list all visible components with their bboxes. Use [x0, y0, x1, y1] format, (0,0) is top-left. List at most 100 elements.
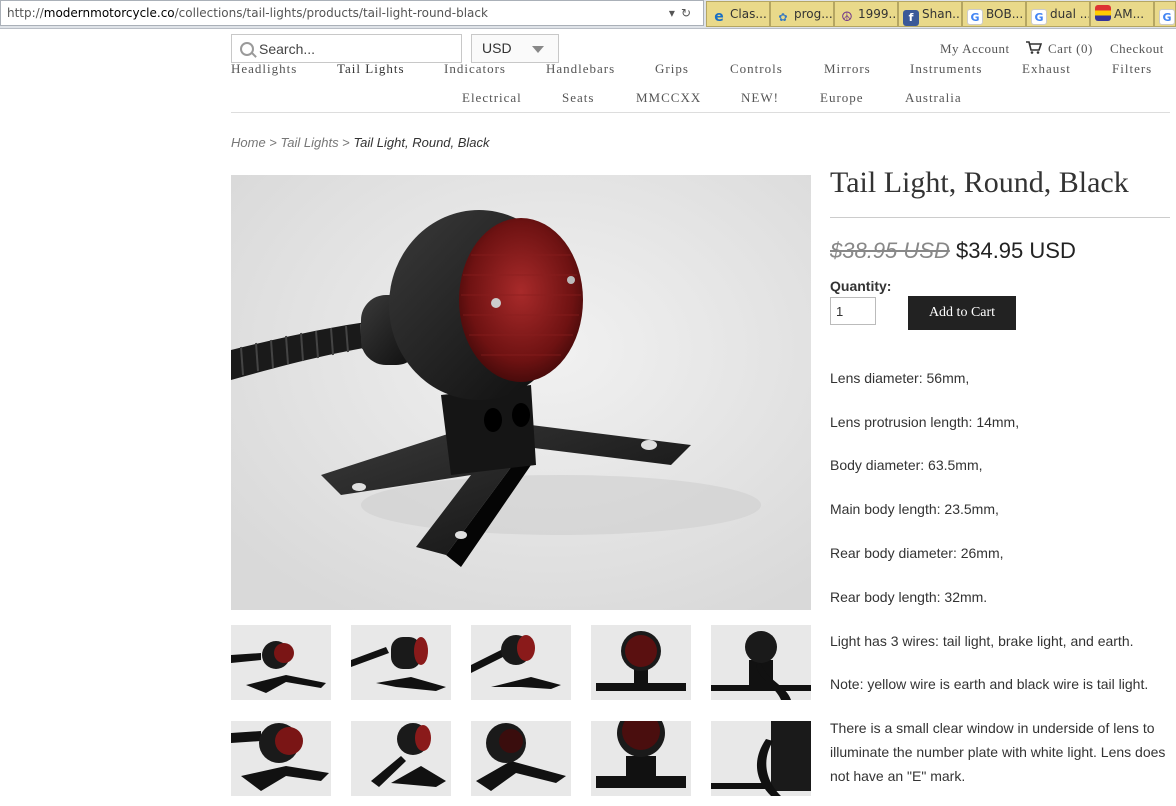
product-main-image[interactable]	[231, 175, 811, 610]
breadcrumb-separator: >	[342, 135, 350, 150]
address-bar[interactable]: http://modernmotorcycle.co/collections/t…	[0, 0, 704, 26]
product-thumbnail-6[interactable]	[231, 721, 331, 796]
chevron-down-icon	[532, 46, 544, 53]
nav-new[interactable]: NEW!	[741, 90, 779, 106]
thumbnail-photo	[711, 625, 811, 700]
cart-icon[interactable]	[1026, 41, 1042, 54]
nav-seats[interactable]: Seats	[562, 90, 594, 106]
nav-tail-lights[interactable]: Tail Lights	[337, 63, 405, 77]
breadcrumb: Home > Tail Lights > Tail Light, Round, …	[231, 135, 490, 150]
tab-label: Clas...	[730, 7, 767, 21]
tab-1[interactable]: e Clas...	[706, 1, 770, 27]
currency-select[interactable]: USD	[471, 34, 559, 63]
nav-indicators[interactable]: Indicators	[444, 63, 506, 77]
tab-2[interactable]: ✿ prog...	[770, 1, 834, 27]
tab-6[interactable]: Gdual ...	[1026, 1, 1090, 27]
nav-row-1: Headlights Tail Lights Indicators Handle…	[0, 63, 1176, 77]
google-icon: G	[1159, 9, 1175, 25]
spec-wires: Light has 3 wires: tail light, brake lig…	[830, 633, 1134, 649]
product-thumbnail-9[interactable]	[591, 721, 691, 796]
product-thumbnail-3[interactable]	[471, 625, 571, 700]
spec-rear-body-length: Rear body length: 32mm.	[830, 589, 988, 605]
quantity-label: Quantity:	[830, 278, 892, 294]
nav-europe[interactable]: Europe	[820, 90, 864, 106]
checkout-link[interactable]: Checkout	[1110, 41, 1164, 57]
address-controls[interactable]: ▾↻	[669, 1, 697, 25]
peace-icon: ☮	[841, 10, 853, 25]
nav-instruments[interactable]: Instruments	[910, 63, 982, 77]
nav-grips[interactable]: Grips	[655, 63, 689, 77]
product-thumbnail-8[interactable]	[471, 721, 571, 796]
nav-mirrors[interactable]: Mirrors	[824, 63, 871, 77]
nav-mmccxx[interactable]: MMCCXX	[636, 90, 701, 106]
breadcrumb-separator: >	[269, 135, 277, 150]
tab-label: BOB...	[986, 7, 1024, 21]
google-icon: G	[967, 9, 983, 25]
breadcrumb-current: Tail Light, Round, Black	[353, 135, 490, 150]
tab-4[interactable]: f Shan...	[898, 1, 962, 27]
sale-price: $34.95 USD	[955, 238, 1076, 263]
nav-handlebars[interactable]: Handlebars	[546, 63, 615, 77]
tab-label: Shan...	[922, 7, 962, 21]
tab-label: AM...	[1114, 7, 1145, 21]
ie-icon: e	[714, 9, 724, 25]
nav-headlights[interactable]: Headlights	[231, 63, 297, 77]
nav-exhaust[interactable]: Exhaust	[1022, 63, 1071, 77]
price-block: $38.95 USD $34.95 USD	[830, 238, 1076, 264]
browser-chrome: http://modernmotorcycle.co/collections/t…	[0, 0, 1176, 29]
tab-8[interactable]: G	[1154, 1, 1176, 27]
quantity-input[interactable]	[830, 297, 876, 325]
product-thumbnail-4[interactable]	[591, 625, 691, 700]
url-domain: modernmotorcycle.co	[43, 6, 175, 20]
spec-rear-body-diameter: Rear body diameter: 26mm,	[830, 545, 1004, 561]
currency-value: USD	[482, 40, 512, 56]
thumbnail-photo	[231, 721, 331, 796]
breadcrumb-category[interactable]: Tail Lights	[281, 135, 339, 150]
bird-icon: ✿	[778, 11, 788, 24]
url-prefix: http://	[7, 6, 44, 20]
tab-5[interactable]: G BOB...	[962, 1, 1026, 27]
nav-electrical[interactable]: Electrical	[462, 90, 522, 106]
product-thumbnail-5[interactable]	[711, 625, 811, 700]
thumbnail-photo	[471, 625, 571, 700]
cart-link[interactable]: Cart (0)	[1048, 41, 1093, 57]
spec-clear-window: There is a small clear window in undersi…	[830, 720, 1166, 784]
product-title: Tail Light, Round, Black	[830, 166, 1129, 199]
thumbnail-photo	[231, 625, 331, 700]
nav-divider	[231, 112, 1170, 113]
search-input[interactable]	[259, 35, 454, 62]
tab-7[interactable]: AM...	[1090, 1, 1154, 27]
facebook-icon: f	[903, 10, 919, 26]
spec-wire-note: Note: yellow wire is earth and black wir…	[830, 676, 1149, 692]
thumbnail-photo	[591, 721, 691, 796]
flag-icon	[1095, 5, 1111, 21]
thumbnail-photo	[351, 721, 451, 796]
url-path: /collections/tail-lights/products/tail-l…	[174, 6, 488, 20]
product-thumbnail-7[interactable]	[351, 721, 451, 796]
thumbnail-photo	[711, 721, 811, 796]
tab-label: 1999...	[858, 7, 898, 21]
spec-main-body-length: Main body length: 23.5mm,	[830, 501, 999, 517]
nav-controls[interactable]: Controls	[730, 63, 783, 77]
product-thumbnail-1[interactable]	[231, 625, 331, 700]
tab-label: dual ...	[1050, 7, 1090, 21]
spec-lens-diameter: Lens diameter: 56mm,	[830, 370, 970, 386]
product-thumbnail-10[interactable]	[711, 721, 811, 796]
refresh-icon[interactable]: ↻	[681, 6, 697, 20]
thumbnail-photo	[591, 625, 691, 700]
tab-3[interactable]: ☮ 1999...	[834, 1, 898, 27]
thumbnail-photo	[351, 625, 451, 700]
my-account-link[interactable]: My Account	[940, 41, 1010, 57]
thumbnail-photo	[471, 721, 571, 796]
add-to-cart-button[interactable]: Add to Cart	[908, 296, 1016, 330]
nav-filters[interactable]: Filters	[1112, 63, 1152, 77]
tail-light-photo	[231, 175, 811, 610]
title-divider	[830, 217, 1170, 218]
search-box	[231, 34, 462, 63]
dropdown-icon[interactable]: ▾	[669, 6, 681, 20]
spec-body-diameter: Body diameter: 63.5mm,	[830, 457, 983, 473]
spec-lens-protrusion: Lens protrusion length: 14mm,	[830, 414, 1020, 430]
breadcrumb-home[interactable]: Home	[231, 135, 266, 150]
product-thumbnail-2[interactable]	[351, 625, 451, 700]
nav-australia[interactable]: Australia	[905, 90, 962, 106]
